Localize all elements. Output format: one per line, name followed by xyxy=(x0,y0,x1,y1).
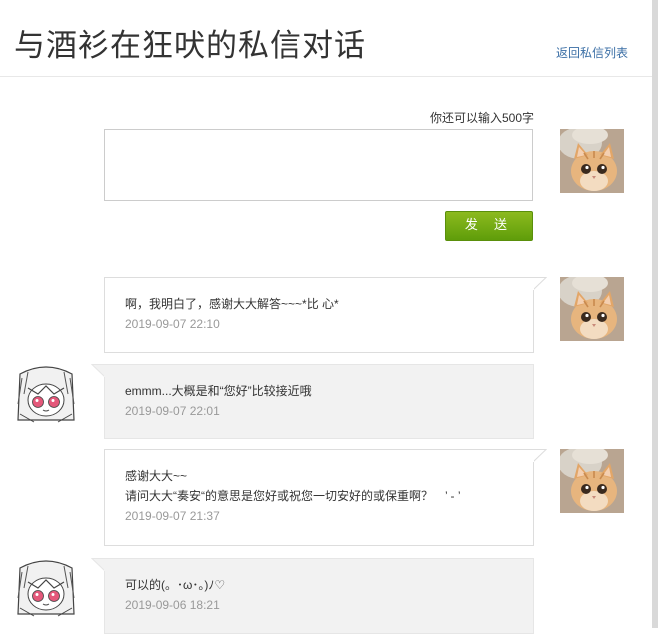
bubble-tail xyxy=(533,449,547,463)
bubble-tail xyxy=(91,364,105,378)
back-to-messages-link[interactable]: 返回私信列表 xyxy=(556,44,628,61)
message-timestamp: 2019-09-06 18:21 xyxy=(125,598,220,612)
kitten-avatar-icon xyxy=(560,449,624,513)
message-compose-box[interactable] xyxy=(104,129,533,201)
my-avatar[interactable] xyxy=(560,129,624,193)
kitten-avatar-icon xyxy=(560,277,624,341)
message-timestamp: 2019-09-07 21:37 xyxy=(125,509,220,523)
message-text: 感谢大大~~ xyxy=(125,469,188,483)
message-bubble-sent: 感谢大大~~ 请问大大“奏安“的意思是您好或祝您一切安好的或保重啊？ ’ - ’… xyxy=(104,449,547,546)
scrollbar-track[interactable] xyxy=(652,0,658,628)
their-avatar[interactable] xyxy=(14,558,78,622)
bubble-tail xyxy=(533,277,547,291)
message-bubble-received: 可以的(。･ω･。)ﾉ♡ 2019-09-06 18:21 xyxy=(91,558,534,634)
message-timestamp: 2019-09-07 22:10 xyxy=(125,317,220,331)
message-text: emmm...大概是和“您好”比较接近哦 xyxy=(125,384,312,398)
message-text: 啊，我明白了，感谢大大解答~~~*比 心* xyxy=(125,297,339,311)
my-avatar[interactable] xyxy=(560,449,624,513)
message-timestamp: 2019-09-07 22:01 xyxy=(125,404,220,418)
anime-girl-avatar-icon xyxy=(14,364,78,428)
message-bubble-received: emmm...大概是和“您好”比较接近哦 2019-09-07 22:01 xyxy=(91,364,534,439)
anime-girl-avatar-icon xyxy=(14,558,78,622)
kitten-avatar-icon xyxy=(560,129,624,193)
page-header: 与酒衫在狂吠的私信对话 返回私信列表 xyxy=(0,0,652,77)
message-input[interactable] xyxy=(105,130,532,200)
message-text: 请问大大“奏安“的意思是您好或祝您一切安好的或保重啊？ ’ - ’ xyxy=(125,489,461,503)
char-count-label: 你还可以输入500字 xyxy=(429,111,534,125)
message-text: 可以的(。･ω･。)ﾉ♡ xyxy=(125,578,226,592)
page-title: 与酒衫在狂吠的私信对话 xyxy=(14,28,366,64)
bubble-tail xyxy=(91,558,105,572)
send-button[interactable]: 发 送 xyxy=(445,211,533,241)
their-avatar[interactable] xyxy=(14,364,78,428)
my-avatar[interactable] xyxy=(560,277,624,341)
message-bubble-sent: 啊，我明白了，感谢大大解答~~~*比 心* 2019-09-07 22:10 xyxy=(104,277,547,353)
